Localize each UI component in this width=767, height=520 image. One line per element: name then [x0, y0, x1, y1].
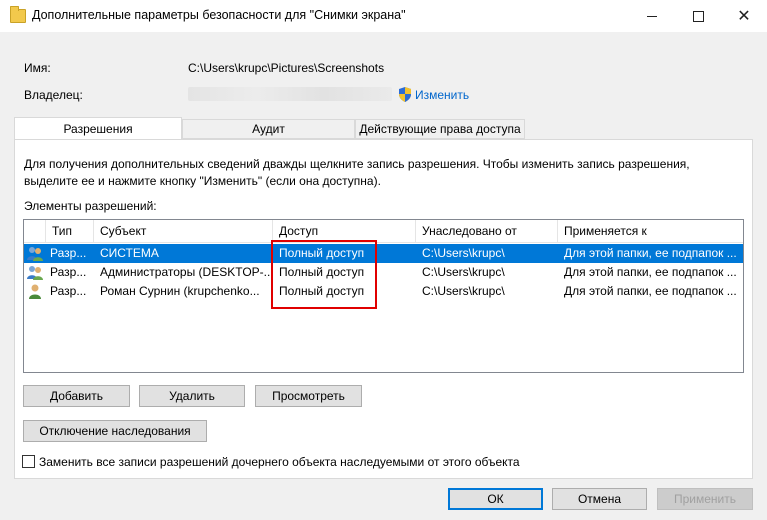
close-button[interactable]: ✕: [721, 0, 767, 32]
column-type[interactable]: Тип: [46, 220, 94, 242]
cell-subject: СИСТЕМА: [100, 246, 159, 260]
cell-access: Полный доступ: [279, 284, 365, 298]
cell-type: Разр...: [50, 265, 87, 279]
permission-entries-label: Элементы разрешений:: [24, 199, 157, 213]
cell-access: Полный доступ: [279, 246, 365, 260]
cell-type: Разр...: [50, 284, 87, 298]
cell-applies-to: Для этой папки, ее подпапок ...: [564, 284, 737, 298]
owner-value-blurred: [188, 87, 392, 101]
view-button[interactable]: Просмотреть: [255, 385, 362, 407]
cell-subject: Роман Сурнин (krupchenko...: [100, 284, 260, 298]
column-subject[interactable]: Субъект: [94, 220, 273, 242]
table-row[interactable]: Разр... СИСТЕМА Полный доступ C:\Users\k…: [24, 244, 743, 263]
cell-applies-to: Для этой папки, ее подпапок ...: [564, 265, 737, 279]
close-icon: ✕: [737, 8, 751, 25]
change-owner-link[interactable]: Изменить: [415, 88, 469, 102]
window-title: Дополнительные параметры безопасности дл…: [32, 8, 406, 22]
table-row[interactable]: Разр... Администраторы (DESKTOP-... Полн…: [24, 263, 743, 282]
list-header: Тип Субъект Доступ Унаследовано от Приме…: [24, 220, 743, 243]
permission-entries-list[interactable]: Тип Субъект Доступ Унаследовано от Приме…: [23, 219, 744, 373]
maximize-button[interactable]: [675, 0, 721, 32]
owner-label: Владелец:: [24, 88, 83, 102]
cell-applies-to: Для этой папки, ее подпапок ...: [564, 246, 737, 260]
name-value: C:\Users\krupc\Pictures\Screenshots: [188, 61, 385, 75]
cell-access: Полный доступ: [279, 265, 365, 279]
column-icon: [24, 220, 46, 242]
folder-icon: [10, 6, 26, 23]
add-button[interactable]: Добавить: [23, 385, 130, 407]
minimize-button[interactable]: [629, 0, 675, 32]
cancel-button[interactable]: Отмена: [552, 488, 647, 510]
disable-inheritance-button[interactable]: Отключение наследования: [23, 420, 207, 442]
user-icon: [29, 284, 41, 299]
table-row[interactable]: Разр... Роман Сурнин (krupchenko... Полн…: [24, 282, 743, 301]
cell-inherited-from: C:\Users\krupc\: [422, 246, 505, 260]
maximize-icon: [692, 10, 704, 22]
info-text: Для получения дополнительных сведений дв…: [24, 157, 690, 188]
group-users-icon: [27, 247, 43, 261]
cell-type: Разр...: [50, 246, 87, 260]
title-bar[interactable]: Дополнительные параметры безопасности дл…: [0, 0, 767, 32]
minimize-icon: [647, 15, 657, 17]
replace-child-permissions-checkbox[interactable]: [22, 455, 35, 468]
tab-permissions[interactable]: Разрешения: [14, 117, 182, 139]
column-access[interactable]: Доступ: [273, 220, 416, 242]
tab-audit[interactable]: Аудит: [182, 119, 355, 139]
column-applies-to[interactable]: Применяется к: [558, 220, 743, 242]
cell-subject: Администраторы (DESKTOP-...: [100, 265, 273, 279]
uac-shield-icon: [399, 87, 411, 102]
replace-child-permissions-label: Заменить все записи разрешений дочернего…: [39, 455, 520, 469]
tab-effective-access[interactable]: Действующие права доступа: [355, 119, 525, 139]
ok-button[interactable]: ОК: [448, 488, 543, 510]
column-inherited-from[interactable]: Унаследовано от: [416, 220, 558, 242]
cell-inherited-from: C:\Users\krupc\: [422, 265, 505, 279]
security-dialog: Дополнительные параметры безопасности дл…: [0, 0, 767, 520]
apply-button[interactable]: Применить: [657, 488, 753, 510]
group-users-icon: [27, 266, 43, 280]
remove-button[interactable]: Удалить: [139, 385, 245, 407]
cell-inherited-from: C:\Users\krupc\: [422, 284, 505, 298]
name-label: Имя:: [24, 61, 51, 75]
